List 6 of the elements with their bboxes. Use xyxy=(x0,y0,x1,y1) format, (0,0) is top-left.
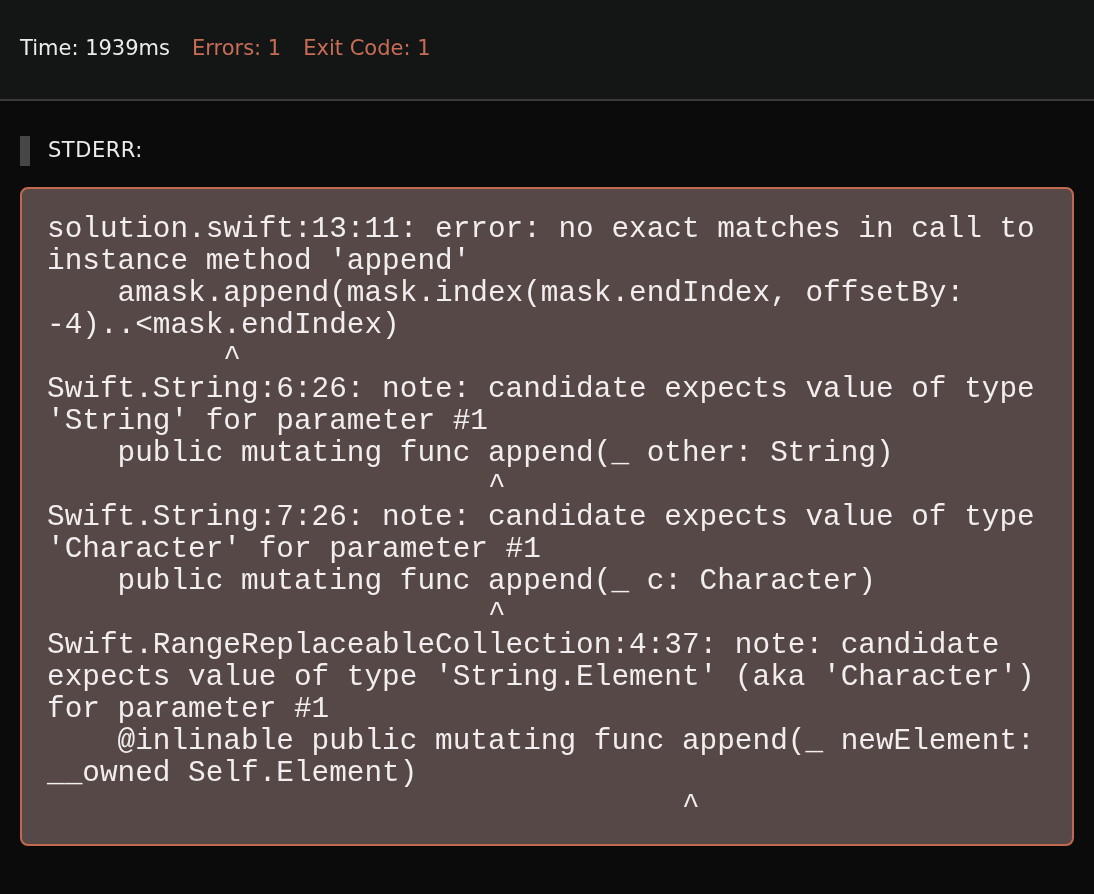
stat-text: Exit Code: 1 xyxy=(303,34,431,62)
section-marker xyxy=(20,135,30,166)
section-label: STDERR: xyxy=(48,137,143,164)
stat-text: Time: 1939ms xyxy=(20,34,170,62)
error-output-text: solution.swift:13:11: error: no exact matches in call to instance method 'append' amask.append(mask.index(mask.endIndex, offsetBy: -4)..<mask.endIndex) ^ Swift.String:6:26: note: candidate expects value of type 'String' for parameter #1 public mutating func append(_ other: String) ^ Swift.String:7:26: note: candidate expects value of type 'Character' for parameter #1 public mutating func append(_ c: Character) ^ Swift.RangeReplaceableCollection:4:37: note: candidate expects value of type 'String.Element' (aka 'Character') for parameter #1 @inlinable public mutating func append(_ newElement: __owned Self.Element) ^ xyxy=(47,213,1036,822)
stat-text: Errors: 1 xyxy=(192,34,282,62)
